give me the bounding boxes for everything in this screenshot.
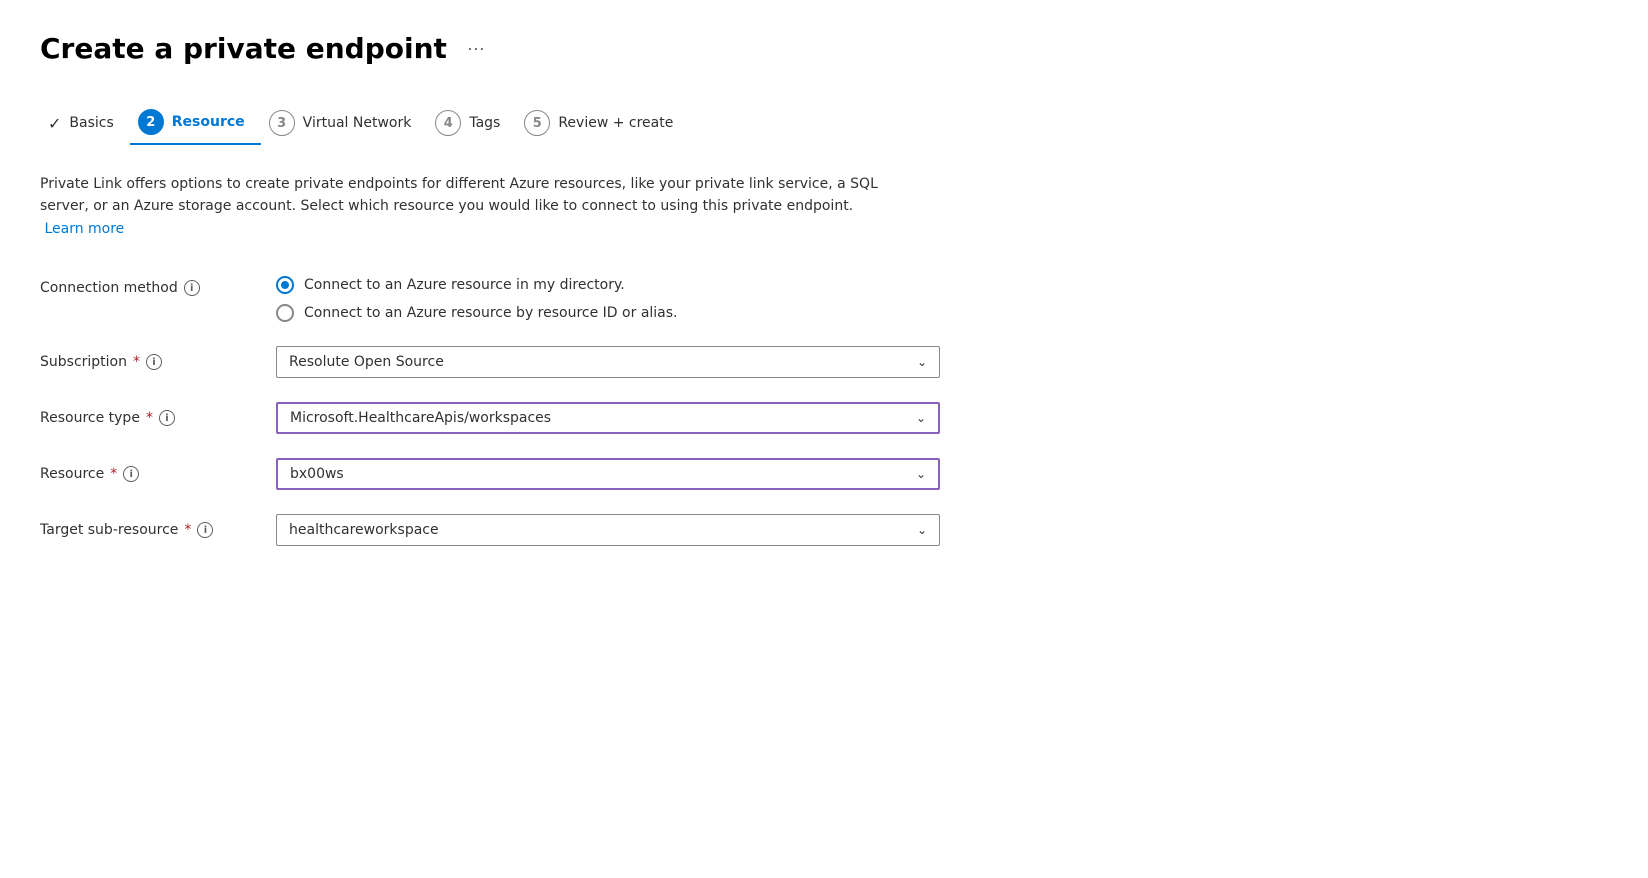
connection-method-label-col: Connection method i — [40, 272, 260, 296]
wizard-step-basics[interactable]: ✓ Basics — [40, 106, 130, 141]
subscription-control-col: Resolute Open Source ⌄ — [276, 346, 940, 378]
target-sub-resource-info-icon[interactable]: i — [197, 522, 213, 538]
resource-type-value: Microsoft.HealthcareApis/workspaces — [290, 410, 551, 426]
radio-label-directory: Connect to an Azure resource in my direc… — [304, 277, 625, 293]
page-title-row: Create a private endpoint ··· — [40, 32, 1608, 65]
radio-dot-directory — [281, 281, 289, 289]
connection-method-info-icon[interactable]: i — [184, 280, 200, 296]
review-create-step-circle: 5 — [524, 110, 550, 136]
radio-input-resource-id[interactable] — [276, 304, 294, 322]
resource-label: Resource * i — [40, 466, 260, 482]
resource-type-dropdown[interactable]: Microsoft.HealthcareApis/workspaces ⌄ — [276, 402, 940, 434]
wizard-step-review-create[interactable]: 5 Review + create — [516, 102, 689, 144]
target-sub-resource-label: Target sub-resource * i — [40, 522, 260, 538]
resource-control-col: bx00ws ⌄ — [276, 458, 940, 490]
resource-info-icon[interactable]: i — [123, 466, 139, 482]
target-sub-resource-label-col: Target sub-resource * i — [40, 514, 260, 538]
resource-step-circle: 2 — [138, 109, 164, 135]
connection-method-control-col: Connect to an Azure resource in my direc… — [276, 272, 940, 322]
subscription-value: Resolute Open Source — [289, 354, 444, 370]
radio-option-directory[interactable]: Connect to an Azure resource in my direc… — [276, 276, 940, 294]
resource-type-required-star: * — [146, 410, 153, 426]
wizard-step-review-create-label: Review + create — [558, 115, 673, 131]
connection-method-label: Connection method i — [40, 280, 260, 296]
target-sub-resource-dropdown[interactable]: healthcareworkspace ⌄ — [276, 514, 940, 546]
subscription-required-star: * — [133, 354, 140, 370]
wizard-step-virtual-network[interactable]: 3 Virtual Network — [261, 102, 428, 144]
wizard-step-basics-label: Basics — [69, 115, 113, 131]
target-sub-resource-row: Target sub-resource * i healthcareworksp… — [40, 514, 940, 546]
page-title: Create a private endpoint — [40, 32, 447, 65]
resource-type-label: Resource type * i — [40, 410, 260, 426]
radio-option-resource-id[interactable]: Connect to an Azure resource by resource… — [276, 304, 940, 322]
subscription-row: Subscription * i Resolute Open Source ⌄ — [40, 346, 940, 378]
target-sub-resource-chevron-icon: ⌄ — [917, 523, 927, 537]
learn-more-link[interactable]: Learn more — [44, 221, 124, 237]
wizard-step-tags-label: Tags — [469, 115, 500, 131]
wizard-step-resource[interactable]: 2 Resource — [130, 101, 261, 145]
wizard-step-virtual-network-label: Virtual Network — [303, 115, 412, 131]
connection-method-row: Connection method i Connect to an Azure … — [40, 272, 940, 322]
wizard-steps: ✓ Basics 2 Resource 3 Virtual Network 4 … — [40, 101, 1608, 145]
resource-type-info-icon[interactable]: i — [159, 410, 175, 426]
connection-method-radio-group: Connect to an Azure resource in my direc… — [276, 272, 940, 322]
subscription-dropdown[interactable]: Resolute Open Source ⌄ — [276, 346, 940, 378]
radio-input-directory[interactable] — [276, 276, 294, 294]
resource-type-row: Resource type * i Microsoft.HealthcareAp… — [40, 402, 940, 434]
basics-check-icon: ✓ — [48, 114, 61, 133]
subscription-label-col: Subscription * i — [40, 346, 260, 370]
target-sub-resource-value: healthcareworkspace — [289, 522, 439, 538]
ellipsis-button[interactable]: ··· — [459, 34, 493, 63]
resource-row: Resource * i bx00ws ⌄ — [40, 458, 940, 490]
target-sub-resource-required-star: * — [184, 522, 191, 538]
wizard-step-resource-label: Resource — [172, 114, 245, 130]
resource-type-control-col: Microsoft.HealthcareApis/workspaces ⌄ — [276, 402, 940, 434]
radio-label-resource-id: Connect to an Azure resource by resource… — [304, 305, 678, 321]
form-section: Connection method i Connect to an Azure … — [40, 272, 940, 546]
resource-label-col: Resource * i — [40, 458, 260, 482]
resource-value: bx00ws — [290, 466, 344, 482]
description-body: Private Link offers options to create pr… — [40, 176, 878, 214]
virtual-network-step-circle: 3 — [269, 110, 295, 136]
target-sub-resource-control-col: healthcareworkspace ⌄ — [276, 514, 940, 546]
subscription-label: Subscription * i — [40, 354, 260, 370]
wizard-step-tags[interactable]: 4 Tags — [427, 102, 516, 144]
resource-dropdown[interactable]: bx00ws ⌄ — [276, 458, 940, 490]
resource-type-label-col: Resource type * i — [40, 402, 260, 426]
resource-chevron-icon: ⌄ — [916, 467, 926, 481]
resource-required-star: * — [110, 466, 117, 482]
subscription-info-icon[interactable]: i — [146, 354, 162, 370]
resource-type-chevron-icon: ⌄ — [916, 411, 926, 425]
description-text: Private Link offers options to create pr… — [40, 173, 900, 240]
tags-step-circle: 4 — [435, 110, 461, 136]
subscription-chevron-icon: ⌄ — [917, 355, 927, 369]
